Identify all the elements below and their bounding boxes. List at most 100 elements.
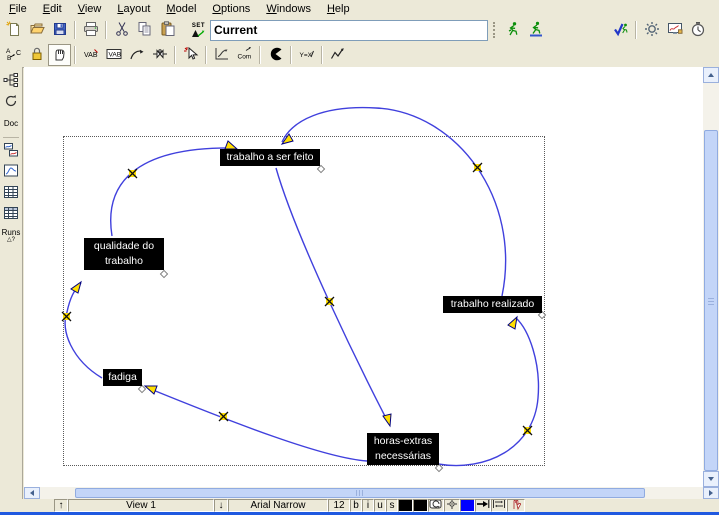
copy-button[interactable] [133, 19, 156, 41]
sketch-canvas[interactable]: trabalho a ser feito qualidade do trabal… [24, 67, 703, 487]
causal-link-horas-to-fadiga[interactable] [148, 388, 367, 461]
view-down-button[interactable]: ↓ [214, 499, 228, 512]
menu-view[interactable]: View [70, 1, 110, 17]
vertical-scrollbar[interactable] [703, 67, 719, 487]
variable-trabalho-realizado[interactable]: trabalho realizado [443, 296, 542, 313]
reference-mode-tool[interactable] [326, 44, 349, 66]
variable-qualidade-do-trabalho[interactable]: qualidade do trabalho [84, 238, 164, 270]
variable-handle[interactable] [317, 165, 324, 172]
scroll-up-button[interactable] [703, 67, 719, 83]
variable-tool[interactable]: VAB [79, 44, 102, 66]
paste-button[interactable] [156, 19, 179, 41]
variable-horas-extras-necessarias[interactable]: horas-extras necessárias [367, 433, 439, 465]
causal-link-fadiga-to-qualidade[interactable] [65, 283, 102, 378]
menu-edit[interactable]: Edit [35, 1, 70, 17]
causal-link-realizado-to-feito[interactable] [282, 108, 506, 296]
arrowhead-into-feito-left[interactable] [225, 141, 237, 149]
box-color-swatch[interactable] [413, 499, 428, 512]
arrowhead-into-realizado[interactable] [508, 317, 517, 329]
current-dataset-field[interactable] [210, 20, 488, 41]
strike-button[interactable]: s [386, 499, 398, 512]
link-handle[interactable] [325, 297, 334, 306]
runs-compare-button[interactable]: Runs △? [0, 225, 22, 246]
document-button[interactable]: Doc [0, 113, 22, 134]
time-axis-button[interactable] [686, 19, 709, 41]
variable-vab-icon: VAB [83, 46, 99, 65]
causal-link-feito-to-horas[interactable] [276, 168, 389, 424]
new-model-button[interactable] [2, 19, 25, 41]
position-button[interactable] [444, 499, 460, 512]
lock-icon [29, 46, 45, 65]
graph-button[interactable] [0, 162, 22, 183]
variable-handle[interactable] [160, 270, 167, 277]
loops-button[interactable] [0, 92, 22, 113]
check-model-button[interactable] [609, 19, 632, 41]
table-button[interactable] [0, 183, 22, 204]
arrowhead-into-qualidade[interactable] [71, 282, 81, 293]
save-button[interactable] [48, 19, 71, 41]
equations-tool[interactable]: Y=X [295, 44, 318, 66]
arrowhead-into-fadiga[interactable] [145, 386, 157, 394]
menu-windows[interactable]: Windows [258, 1, 319, 17]
menu-options[interactable]: Options [204, 1, 258, 17]
output-windows-button[interactable] [663, 19, 686, 41]
box-variable-tool[interactable]: VAB [102, 44, 125, 66]
simulation-setup-button[interactable] [640, 19, 663, 41]
spacing-button[interactable] [491, 499, 507, 512]
link-handle[interactable] [219, 412, 228, 421]
cut-button[interactable] [110, 19, 133, 41]
hand-pointer-button[interactable] [507, 499, 525, 512]
scroll-left-button[interactable] [24, 487, 40, 499]
view-name-field[interactable]: View 1 [68, 499, 214, 512]
arrowhead-into-horas[interactable] [383, 414, 391, 426]
set-dataset-button[interactable]: SET [187, 19, 210, 41]
text-color-swatch[interactable] [398, 499, 413, 512]
variable-fadiga[interactable]: fadiga [103, 369, 142, 386]
underline-button[interactable]: u [374, 499, 386, 512]
menu-model[interactable]: Model [158, 1, 204, 17]
rate-tool[interactable] [148, 44, 171, 66]
variable-trabalho-a-ser-feito[interactable]: trabalho a ser feito [220, 149, 320, 166]
variable-handle[interactable] [138, 385, 145, 392]
link-handle[interactable] [128, 169, 137, 178]
move-hand-tool[interactable] [48, 44, 71, 66]
causal-link-qualidade-to-feito[interactable] [111, 148, 236, 236]
horizontal-scrollbar[interactable] [24, 487, 719, 499]
causes-strip-button[interactable] [0, 141, 22, 162]
delete-tool[interactable] [264, 44, 287, 66]
vertical-scroll-thumb[interactable] [704, 130, 718, 471]
loop-arrow-icon [3, 93, 19, 112]
shape-style-button[interactable] [428, 499, 444, 512]
run-game-button[interactable] [524, 19, 547, 41]
arrow-tool[interactable] [125, 44, 148, 66]
arrow-color-swatch[interactable] [460, 499, 475, 512]
print-button[interactable] [79, 19, 102, 41]
italic-button[interactable]: i [362, 499, 374, 512]
shadow-variable-tool[interactable] [179, 44, 202, 66]
scroll-down-button[interactable] [703, 471, 719, 487]
horizontal-scroll-thumb[interactable] [75, 488, 645, 498]
bold-button[interactable]: b [350, 499, 362, 512]
link-handle[interactable] [523, 426, 532, 435]
table-time-button[interactable] [0, 204, 22, 225]
link-handle[interactable] [62, 312, 71, 321]
run-simulation-button[interactable] [501, 19, 524, 41]
font-size-field[interactable]: 12 [328, 499, 350, 512]
toolbar-separator [321, 46, 323, 64]
causes-tree-button[interactable] [0, 71, 22, 92]
font-name-field[interactable]: Arial Narrow [228, 499, 328, 512]
menu-help[interactable]: Help [319, 1, 358, 17]
input-output-tool[interactable] [210, 44, 233, 66]
lock-tool[interactable] [25, 44, 48, 66]
variable-handle[interactable] [435, 464, 442, 471]
open-model-button[interactable] [25, 19, 48, 41]
causal-link-horas-to-realizado[interactable] [438, 318, 538, 466]
view-up-button[interactable]: ↑ [54, 499, 68, 512]
arrow-style-button[interactable] [475, 499, 491, 512]
subscript-abc-tool[interactable]: ABC [2, 44, 25, 66]
link-handle[interactable] [473, 163, 482, 172]
menu-layout[interactable]: Layout [109, 1, 158, 17]
comment-tool[interactable]: Com [233, 44, 256, 66]
scroll-right-button[interactable] [703, 487, 719, 499]
menu-file[interactable]: File [1, 1, 35, 17]
